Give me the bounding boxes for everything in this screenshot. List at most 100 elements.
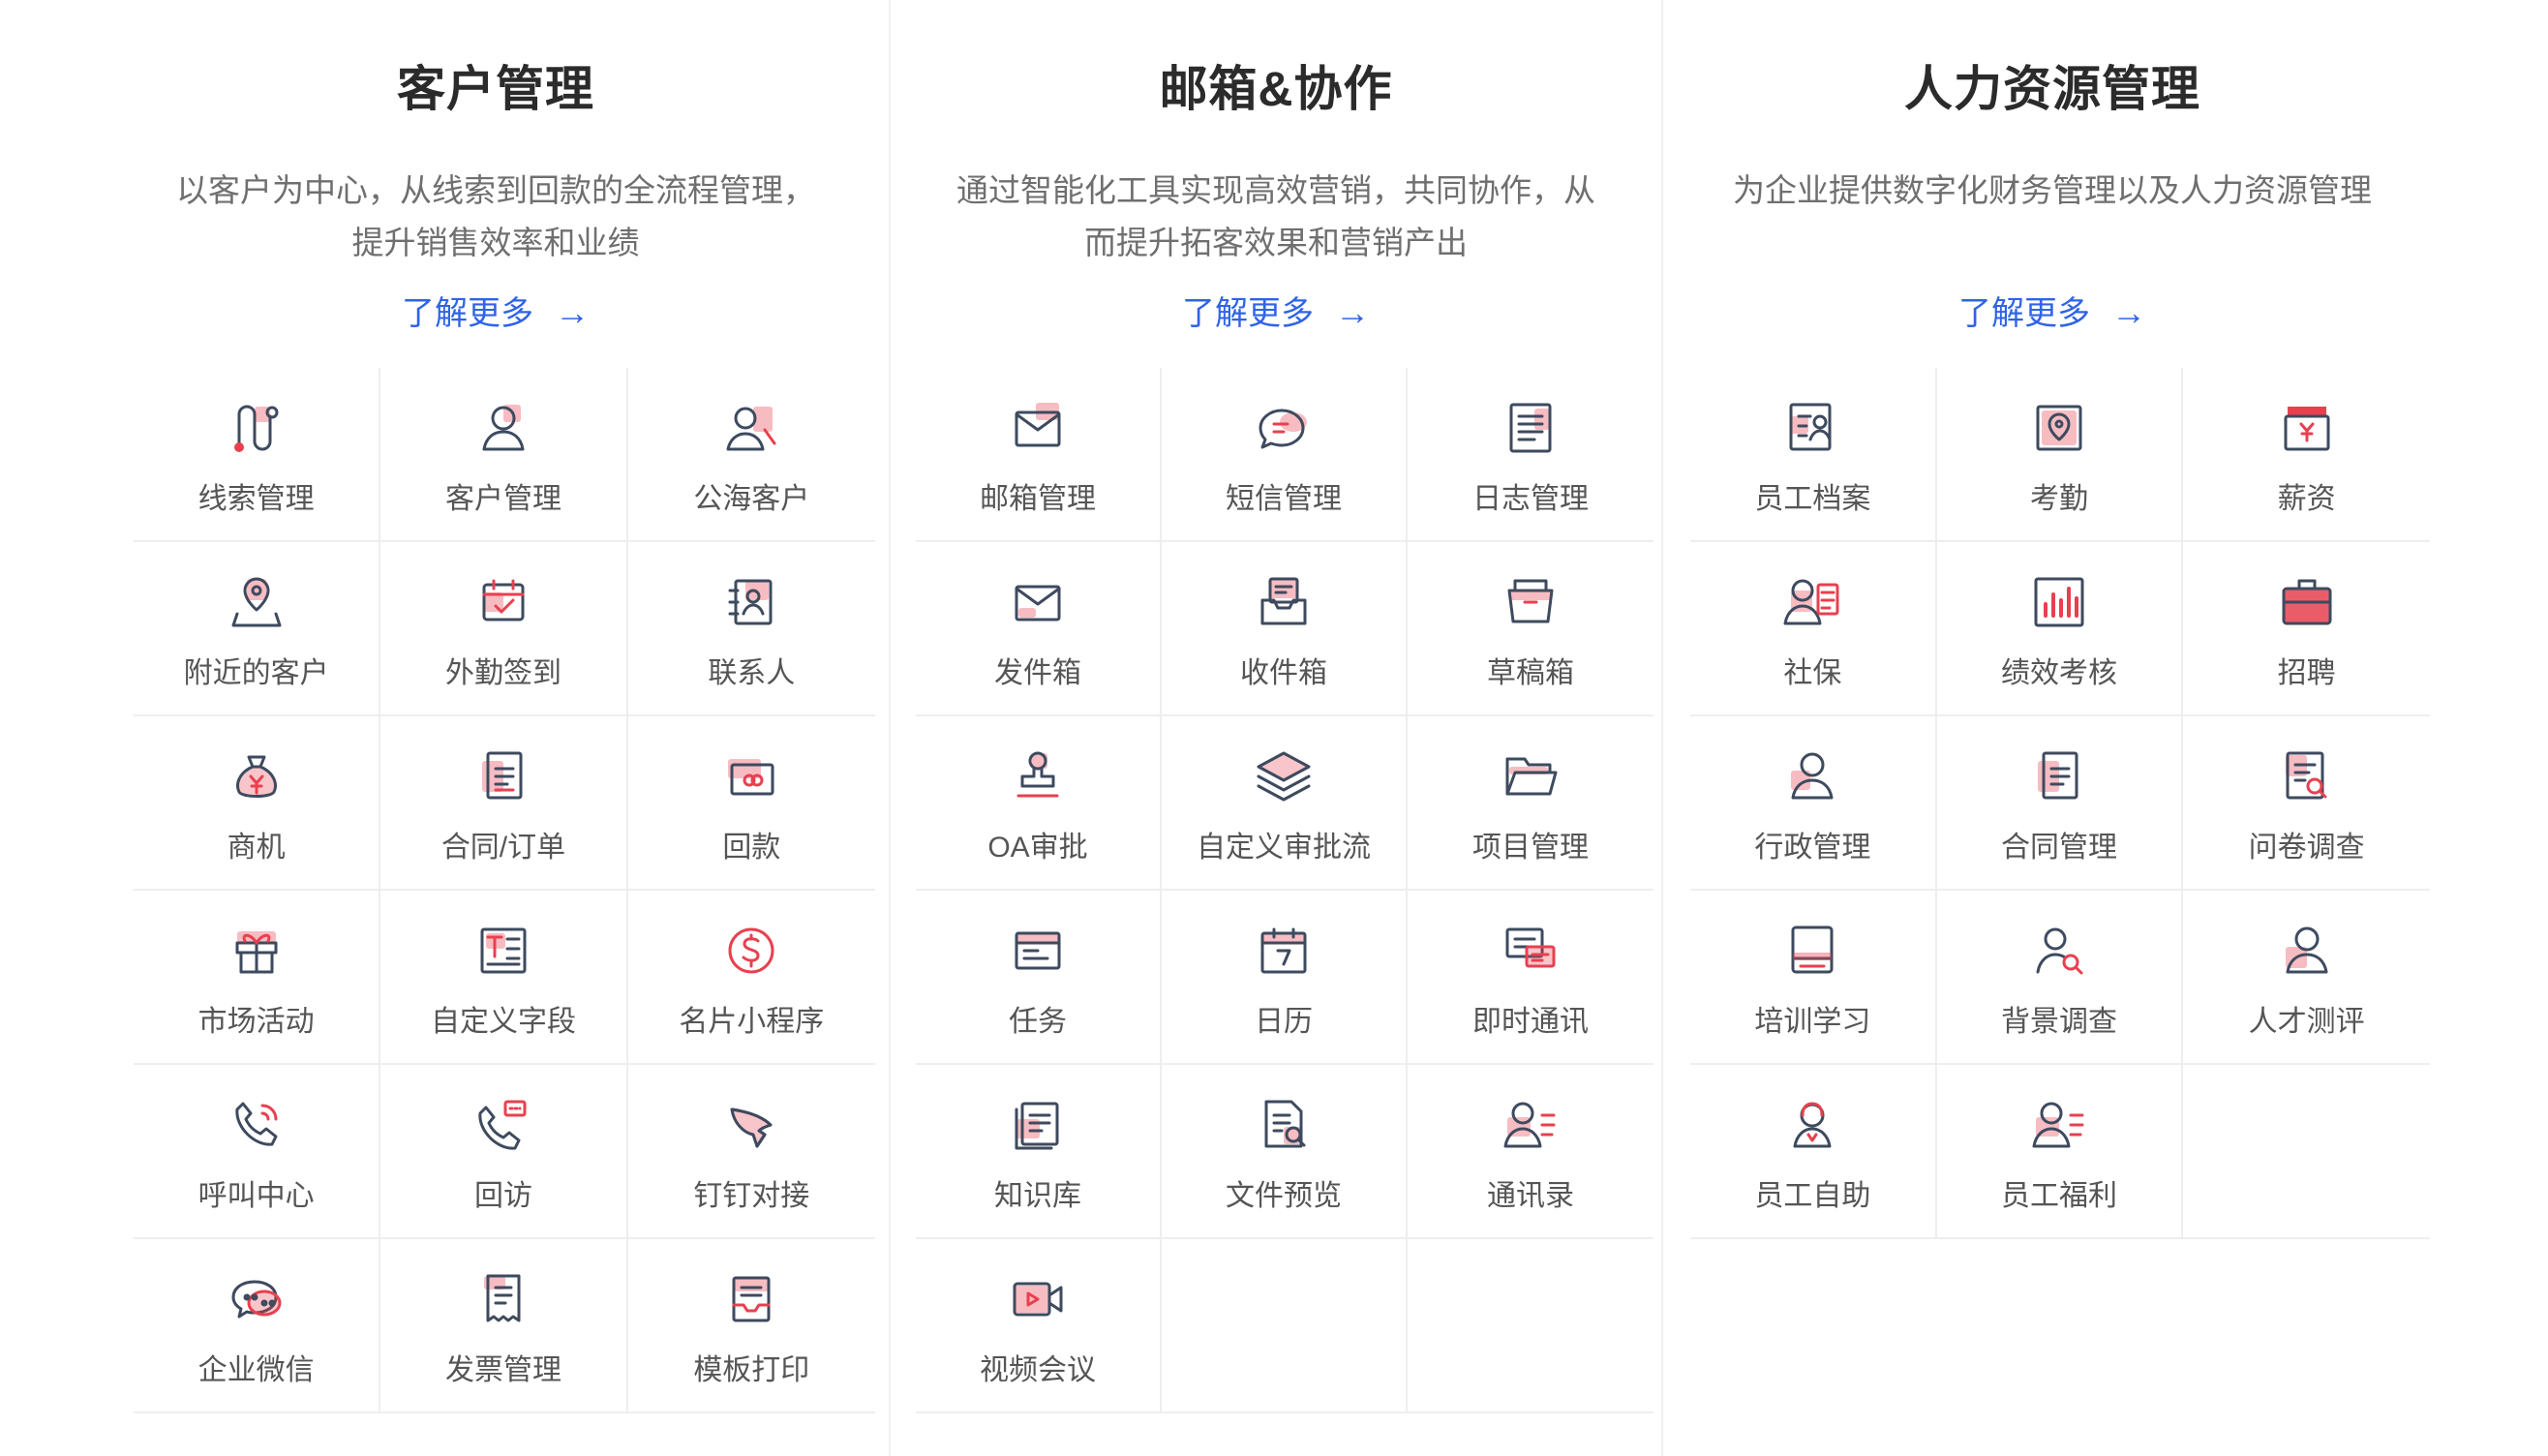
column-description: 为企业提供数字化财务管理以及人力资源管理 — [1663, 165, 2442, 217]
feature-label: 名片小程序 — [679, 1006, 825, 1038]
feature-item[interactable]: 回访 — [380, 1065, 628, 1239]
field-checkin-icon — [472, 571, 534, 633]
feature-item[interactable]: 客户管理 — [380, 368, 628, 542]
feature-label: 合同管理 — [2000, 832, 2117, 864]
feature-item[interactable]: 员工档案 — [1690, 368, 1937, 542]
feature-label: 考勤 — [2029, 483, 2088, 515]
feature-item[interactable]: 绩效考核 — [1936, 542, 2184, 716]
employee-file-icon — [1781, 397, 1843, 459]
feature-item[interactable]: 草稿箱 — [1408, 542, 1653, 716]
feature-item[interactable]: 发件箱 — [916, 542, 1162, 716]
feature-label: OA审批 — [987, 832, 1088, 864]
column-hr-management: 人力资源管理 为企业提供数字化财务管理以及人力资源管理 了解更多 → 员工档案 考勤… — [1663, 0, 2442, 1456]
feature-item[interactable]: 合同/订单 — [380, 716, 628, 891]
feature-label: 视频会议 — [980, 1354, 1096, 1386]
feature-item[interactable]: 即时通讯 — [1408, 891, 1653, 1065]
empty-cell — [1162, 1239, 1408, 1413]
feature-item[interactable]: 线索管理 — [134, 368, 381, 542]
feature-item[interactable]: 日志管理 — [1408, 368, 1653, 542]
feature-item[interactable]: 社保 — [1690, 542, 1937, 716]
feature-item[interactable]: 知识库 — [916, 1065, 1162, 1239]
survey-icon — [2276, 745, 2338, 807]
learn-more-link[interactable]: 了解更多 → — [891, 287, 1661, 334]
feature-item[interactable]: OA审批 — [916, 716, 1162, 891]
attendance-location-icon — [2028, 397, 2090, 459]
admin-person-icon — [1781, 745, 1843, 807]
feature-item[interactable]: 名片小程序 — [627, 891, 875, 1065]
feature-item[interactable]: 短信管理 — [1162, 368, 1408, 542]
task-window-icon — [1007, 920, 1069, 982]
outbox-mail-icon — [1007, 571, 1069, 633]
feature-item[interactable]: 钉钉对接 — [627, 1065, 875, 1239]
money-bag-icon — [226, 745, 288, 807]
feature-label: 公海客户 — [693, 483, 810, 515]
feature-label: 知识库 — [994, 1180, 1081, 1212]
feature-item[interactable]: 市场活动 — [134, 891, 381, 1065]
arrow-right-icon: → — [555, 292, 590, 332]
feature-label: 市场活动 — [197, 1006, 315, 1038]
calendar-icon — [1253, 920, 1315, 982]
feature-label: 自定义字段 — [430, 1006, 576, 1038]
arrow-right-icon: → — [1335, 292, 1370, 332]
column-mail-collaboration: 邮箱&协作 通过智能化工具实现高效营销，共同协作，从 而提升拓客效果和营销产出 … — [891, 0, 1661, 1456]
print-template-icon — [720, 1268, 782, 1330]
learn-more-label: 了解更多 — [1958, 295, 2090, 332]
learn-more-link[interactable]: 了解更多 → — [1663, 287, 2442, 334]
feature-item[interactable]: 收件箱 — [1162, 542, 1408, 716]
feature-label: 发票管理 — [444, 1354, 561, 1386]
feature-item[interactable]: 行政管理 — [1690, 716, 1937, 891]
feature-item[interactable]: 联系人 — [627, 542, 875, 716]
custom-field-icon — [472, 920, 534, 982]
feature-item[interactable]: 通讯录 — [1408, 1065, 1653, 1239]
description-line: 为企业提供数字化财务管理以及人力资源管理 — [1733, 172, 2372, 208]
column-title: 人力资源管理 — [1904, 62, 2200, 116]
feature-label: 背景调查 — [2000, 1006, 2117, 1038]
salary-icon — [2276, 397, 2338, 459]
feature-item[interactable]: 员工自助 — [1690, 1065, 1937, 1239]
feature-item[interactable]: 任务 — [916, 891, 1162, 1065]
video-camera-icon — [1007, 1268, 1069, 1330]
feature-item[interactable]: 邮箱管理 — [916, 368, 1162, 542]
feature-item[interactable]: 公海客户 — [627, 368, 875, 542]
feature-item[interactable]: 文件预览 — [1162, 1065, 1408, 1239]
feature-item[interactable]: 企业微信 — [134, 1239, 381, 1413]
feature-label: 人才测评 — [2248, 1006, 2365, 1038]
feature-item[interactable]: 模板打印 — [627, 1239, 875, 1413]
feature-label: 行政管理 — [1754, 832, 1871, 864]
feature-item[interactable]: 考勤 — [1936, 368, 2184, 542]
feature-item[interactable]: 自定义字段 — [380, 891, 628, 1065]
feature-item[interactable]: 招聘 — [2183, 542, 2430, 716]
learn-more-label: 了解更多 — [402, 295, 533, 332]
feature-item[interactable]: 附近的客户 — [134, 542, 381, 716]
layers-icon — [1253, 745, 1315, 807]
dollar-circle-icon — [720, 920, 782, 982]
instant-message-icon — [1500, 920, 1562, 982]
feature-item[interactable]: 合同管理 — [1936, 716, 2184, 891]
inbox-tray-icon — [1253, 571, 1315, 633]
feature-item[interactable]: 视频会议 — [916, 1239, 1162, 1413]
feature-label: 问卷调查 — [2248, 832, 2365, 864]
column-description: 以客户为中心，从线索到回款的全流程管理， 提升销售效率和业绩 — [116, 165, 875, 269]
feature-item[interactable]: 呼叫中心 — [134, 1065, 381, 1239]
sms-icon — [1253, 397, 1315, 459]
feature-grid: 员工档案 考勤 薪资社保 绩效考核 招聘行政管理 合同管理 问卷调查培训学习 背景调查 人才测评… — [1690, 368, 2430, 1239]
feature-item[interactable]: 培训学习 — [1690, 891, 1937, 1065]
feature-item[interactable]: 员工福利 — [1936, 1065, 2184, 1239]
feature-item[interactable]: 薪资 — [2183, 368, 2430, 542]
feature-label: 员工自助 — [1754, 1180, 1871, 1212]
feature-label: 自定义审批流 — [1197, 832, 1371, 864]
approval-stamp-icon — [1007, 745, 1069, 807]
feature-item[interactable]: 日历 — [1162, 891, 1408, 1065]
feature-item[interactable]: 问卷调查 — [2183, 716, 2430, 891]
feature-label: 员工福利 — [2000, 1180, 2117, 1212]
feature-item[interactable]: 发票管理 — [380, 1239, 628, 1413]
description-line: 通过智能化工具实现高效营销，共同协作，从 — [956, 172, 1595, 208]
feature-item[interactable]: 自定义审批流 — [1162, 716, 1408, 891]
feature-item[interactable]: 回款 — [627, 716, 875, 891]
learn-more-link[interactable]: 了解更多 → — [116, 287, 875, 334]
feature-item[interactable]: 背景调查 — [1936, 891, 2184, 1065]
feature-item[interactable]: 外勤签到 — [380, 542, 628, 716]
feature-item[interactable]: 人才测评 — [2183, 891, 2430, 1065]
feature-item[interactable]: 项目管理 — [1408, 716, 1653, 891]
feature-item[interactable]: 商机 — [134, 716, 381, 891]
